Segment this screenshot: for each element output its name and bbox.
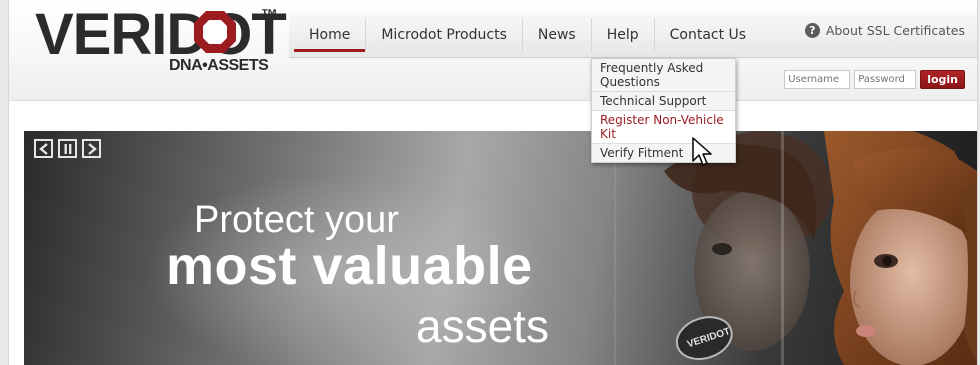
question-circle-icon: ? <box>804 23 820 38</box>
pause-slide-button[interactable] <box>58 139 77 158</box>
logo-octagon-icon <box>194 11 236 53</box>
menu-item-faq[interactable]: Frequently Asked Questions <box>592 59 735 92</box>
nav-contact-us[interactable]: Contact Us <box>655 18 761 52</box>
page-frame: VERIDOT ™ DNA•ASSETS Home Microdot Produ… <box>8 0 978 365</box>
menu-item-technical-support[interactable]: Technical Support <box>592 92 735 111</box>
hero-slideshow[interactable]: VERIDOT Protect your most valuable asset… <box>24 131 977 365</box>
nav-help[interactable]: Help <box>592 18 654 52</box>
logo-trademark: ™ <box>261 6 278 25</box>
mouse-pointer-icon <box>692 137 712 166</box>
nav-microdot-products[interactable]: Microdot Products <box>366 18 522 52</box>
ssl-link-label: About SSL Certificates <box>825 23 965 38</box>
username-input[interactable] <box>784 70 851 89</box>
next-slide-button[interactable] <box>82 139 101 158</box>
help-dropdown-menu: Frequently Asked Questions Technical Sup… <box>591 58 736 163</box>
login-form: login <box>784 70 965 89</box>
veridot-logo[interactable]: VERIDOT ™ DNA•ASSETS <box>35 4 295 84</box>
ssl-certificates-link[interactable]: ? About SSL Certificates <box>804 23 965 38</box>
login-button[interactable]: login <box>920 70 965 89</box>
main-nav: Home Microdot Products News Help Contact… <box>294 18 761 52</box>
prev-icon <box>38 142 48 155</box>
prev-slide-button[interactable] <box>34 139 53 158</box>
logo-tagline: DNA•ASSETS <box>169 57 269 74</box>
password-input[interactable] <box>854 70 917 89</box>
hero-headline-line-3: assets <box>416 300 549 352</box>
next-icon <box>87 142 97 155</box>
slideshow-controls <box>34 139 101 158</box>
nav-home[interactable]: Home <box>294 18 366 52</box>
site-header: VERIDOT ™ DNA•ASSETS Home Microdot Produ… <box>9 0 977 101</box>
pause-icon <box>64 143 71 154</box>
hero-headline-line-2: most valuable <box>166 236 533 296</box>
nav-news[interactable]: News <box>523 18 591 52</box>
